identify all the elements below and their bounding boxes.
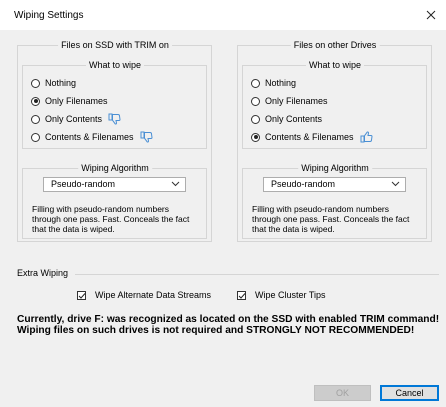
ssd-panel: Files on SSD with TRIM on What to wipe N… bbox=[17, 40, 212, 242]
ssd-what-to-wipe-group: What to wipe Nothing Only Filenames Only… bbox=[22, 60, 207, 149]
thumbs-down-icon bbox=[140, 131, 153, 143]
radio-only-filenames[interactable] bbox=[251, 96, 260, 106]
radio-contents-filenames[interactable] bbox=[251, 132, 260, 142]
select-value: Pseudo-random bbox=[271, 179, 336, 189]
other-algorithm-group: Wiping Algorithm Pseudo-random Filling w… bbox=[242, 163, 427, 239]
ssd-panel-title: Files on SSD with TRIM on bbox=[58, 40, 172, 50]
other-algorithm-label: Wiping Algorithm bbox=[298, 163, 372, 173]
select-value: Pseudo-random bbox=[51, 179, 116, 189]
radio-contents-filenames[interactable] bbox=[31, 132, 40, 142]
radio-only-contents[interactable] bbox=[31, 114, 40, 124]
wipe-cluster-checkbox[interactable] bbox=[237, 290, 246, 300]
option-label: Only Filenames bbox=[265, 96, 328, 106]
option-label: Only Contents bbox=[45, 114, 103, 124]
close-icon bbox=[426, 10, 436, 20]
warning-line-1: Currently, drive F: was recognized as lo… bbox=[17, 314, 440, 325]
extra-wiping-label: Extra Wiping bbox=[17, 268, 69, 278]
other-option-only-contents[interactable]: Only Contents bbox=[251, 112, 322, 126]
thumbs-down-icon bbox=[108, 113, 121, 125]
other-panel-title: Files on other Drives bbox=[290, 40, 380, 50]
other-panel: Files on other Drives What to wipe Nothi… bbox=[237, 40, 432, 242]
chevron-down-icon bbox=[171, 181, 180, 187]
cancel-button[interactable]: Cancel bbox=[380, 385, 439, 401]
thumbs-up-icon bbox=[360, 131, 373, 143]
ssd-warning-message: Currently, drive F: was recognized as lo… bbox=[17, 314, 442, 336]
radio-nothing[interactable] bbox=[31, 78, 40, 88]
ssd-option-contents-filenames[interactable]: Contents & Filenames bbox=[31, 130, 153, 144]
ssd-algorithm-select[interactable]: Pseudo-random bbox=[43, 177, 186, 192]
wipe-ads-checkbox[interactable] bbox=[77, 290, 86, 300]
ssd-option-only-filenames[interactable]: Only Filenames bbox=[31, 94, 108, 108]
other-what-to-wipe-group: What to wipe Nothing Only Filenames Only… bbox=[242, 60, 427, 149]
wipe-ads-checkbox-row[interactable]: Wipe Alternate Data Streams bbox=[77, 290, 211, 300]
option-label: Nothing bbox=[265, 78, 297, 88]
option-label: Contents & Filenames bbox=[45, 132, 134, 142]
checkmark-icon bbox=[78, 292, 86, 299]
radio-nothing[interactable] bbox=[251, 78, 260, 88]
ssd-algorithm-label: Wiping Algorithm bbox=[78, 163, 152, 173]
ssd-option-nothing[interactable]: Nothing bbox=[31, 76, 76, 90]
wipe-ads-label: Wipe Alternate Data Streams bbox=[95, 290, 212, 300]
option-label: Contents & Filenames bbox=[265, 132, 354, 142]
option-label: Only Filenames bbox=[45, 96, 108, 106]
ssd-algorithm-description: Filling with pseudo-random numbers throu… bbox=[32, 204, 190, 234]
ssd-what-to-wipe-label: What to wipe bbox=[85, 60, 145, 70]
title-bar: Wiping Settings bbox=[0, 0, 446, 30]
warning-line-2: Wiping files on such drives is not requi… bbox=[17, 325, 415, 336]
close-button[interactable] bbox=[416, 0, 446, 30]
other-option-nothing[interactable]: Nothing bbox=[251, 76, 296, 90]
other-option-only-filenames[interactable]: Only Filenames bbox=[251, 94, 328, 108]
checkmark-icon bbox=[238, 292, 246, 299]
chevron-down-icon bbox=[391, 181, 400, 187]
radio-only-filenames[interactable] bbox=[31, 96, 40, 106]
option-label: Nothing bbox=[45, 78, 77, 88]
option-label: Only Contents bbox=[265, 114, 323, 124]
extra-wiping-separator bbox=[75, 274, 439, 275]
other-algorithm-select[interactable]: Pseudo-random bbox=[263, 177, 406, 192]
other-algorithm-description: Filling with pseudo-random numbers throu… bbox=[252, 204, 410, 234]
other-option-contents-filenames[interactable]: Contents & Filenames bbox=[251, 130, 373, 144]
ok-button[interactable]: OK bbox=[314, 385, 371, 401]
other-what-to-wipe-label: What to wipe bbox=[305, 60, 365, 70]
radio-only-contents[interactable] bbox=[251, 114, 260, 124]
ssd-algorithm-group: Wiping Algorithm Pseudo-random Filling w… bbox=[22, 163, 207, 239]
ssd-option-only-contents[interactable]: Only Contents bbox=[31, 112, 121, 126]
wipe-cluster-label: Wipe Cluster Tips bbox=[255, 290, 326, 300]
wipe-cluster-checkbox-row[interactable]: Wipe Cluster Tips bbox=[237, 290, 326, 300]
window-title: Wiping Settings bbox=[14, 10, 84, 21]
